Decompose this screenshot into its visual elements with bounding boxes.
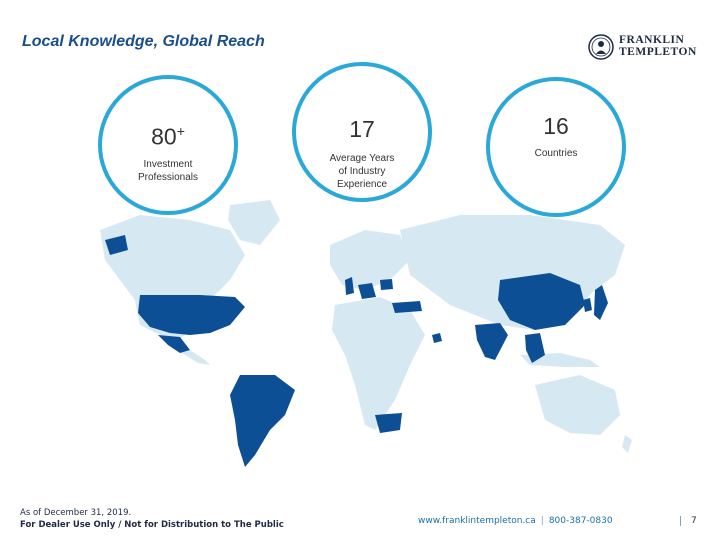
world-map bbox=[100, 200, 632, 467]
stat-value-professionals: 80+ bbox=[151, 123, 185, 150]
page-number: 7 bbox=[680, 516, 697, 526]
stat-value-experience: 17 bbox=[349, 116, 375, 142]
stat-circle-experience: 17 Average Years of Industry Experience bbox=[292, 62, 432, 202]
disclaimer: For Dealer Use Only / Not for Distributi… bbox=[20, 520, 284, 530]
seal-icon bbox=[588, 34, 614, 60]
separator: | bbox=[540, 516, 544, 526]
phone-number: 800-387-0830 bbox=[548, 516, 613, 526]
page-title: Local Knowledge, Global Reach bbox=[22, 33, 265, 50]
franklin-templeton-logo: FRANKLIN TEMPLETON bbox=[588, 34, 700, 60]
logo-line-2: TEMPLETON bbox=[619, 45, 697, 58]
stat-circle-professionals: 80+ Investment Professionals bbox=[98, 75, 238, 215]
stat-value-countries: 16 bbox=[543, 113, 569, 139]
stat-circle-countries: 16 Countries bbox=[486, 77, 626, 217]
website-link[interactable]: www.franklintempleton.ca bbox=[418, 516, 536, 526]
as-of-date: As of December 31, 2019. bbox=[20, 508, 132, 518]
stat-label-professionals: Investment Professionals bbox=[137, 159, 199, 183]
footer-notes: As of December 31, 2019. For Dealer Use … bbox=[20, 507, 284, 531]
footer-contact: www.franklintempleton.ca | 800-387-0830 bbox=[418, 516, 613, 526]
stat-label-experience: Average Years of Industry Experience bbox=[329, 153, 395, 190]
stat-label-countries: Countries bbox=[534, 148, 578, 159]
logo-line-1: FRANKLIN bbox=[619, 34, 685, 46]
